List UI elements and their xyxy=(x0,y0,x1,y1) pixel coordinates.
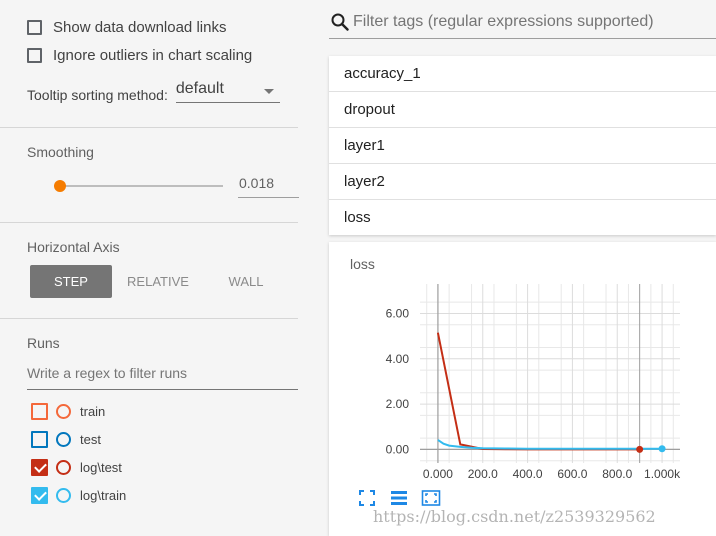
run-filter-input[interactable]: Write a regex to filter runs xyxy=(27,365,298,390)
slider-track xyxy=(57,185,223,187)
tag-item-layer1[interactable]: layer1 xyxy=(329,128,716,164)
watermark-text: https://blog.csdn.net/z2539329562 xyxy=(373,507,656,526)
run-checkbox[interactable] xyxy=(31,431,48,448)
search-placeholder: Filter tags (regular expressions support… xyxy=(353,13,654,30)
tag-search-field[interactable]: Filter tags (regular expressions support… xyxy=(329,9,716,39)
runs-title: Runs xyxy=(27,335,60,351)
dropdown-caret-icon xyxy=(263,89,274,94)
series-point xyxy=(636,445,644,453)
run-label: log\train xyxy=(80,488,127,503)
run-checkbox[interactable] xyxy=(31,403,48,420)
checkbox-box[interactable] xyxy=(27,48,42,63)
x-tick-label: 400.0 xyxy=(513,467,543,481)
axis-wall-button[interactable]: WALL xyxy=(205,265,287,298)
tooltip-sorting-label: Tooltip sorting method: xyxy=(27,87,168,103)
show-download-links-label: Show data download links xyxy=(53,19,227,36)
y-tick-label: 6.00 xyxy=(386,306,410,320)
tag-list: accuracy_1 dropout layer1 layer2 loss xyxy=(329,56,716,235)
run-color-swatch[interactable] xyxy=(56,432,71,447)
expand-chart-icon[interactable] xyxy=(421,488,441,508)
tooltip-sorting-row: Tooltip sorting method: default xyxy=(27,80,280,103)
run-checkbox[interactable] xyxy=(31,487,48,504)
run-row-log-test[interactable]: log\test xyxy=(31,459,122,476)
horizontal-axis-title: Horizontal Axis xyxy=(27,239,120,255)
run-color-swatch[interactable] xyxy=(56,460,71,475)
run-label: log\test xyxy=(80,460,122,475)
axis-relative-button[interactable]: RELATIVE xyxy=(117,265,199,298)
y-tick-label: 2.00 xyxy=(386,397,410,411)
x-tick-label: 200.0 xyxy=(468,467,498,481)
tag-item-dropout[interactable]: dropout xyxy=(329,92,716,128)
tag-item-loss[interactable]: loss xyxy=(329,200,716,235)
ignore-outliers-label: Ignore outliers in chart scaling xyxy=(53,47,253,64)
x-tick-label: 600.0 xyxy=(557,467,587,481)
chart-toolbar xyxy=(357,488,453,508)
section-divider xyxy=(0,222,298,223)
run-row-log-train[interactable]: log\train xyxy=(31,487,126,504)
y-tick-label: 0.00 xyxy=(386,442,410,456)
smoothing-title: Smoothing xyxy=(27,144,94,160)
search-icon xyxy=(331,13,349,31)
x-tick-label: 1.000k xyxy=(644,467,681,481)
run-row-test[interactable]: test xyxy=(31,431,101,448)
run-row-train[interactable]: train xyxy=(31,403,105,420)
loss-chart-card: loss 0.000 200.0 400.0 600.0 800.0 1.000k 0.00… xyxy=(329,242,716,536)
loss-chart[interactable]: 0.000 200.0 400.0 600.0 800.0 1.000k 0.00 2.00 4… xyxy=(329,242,716,487)
toggle-log-scale-icon[interactable] xyxy=(389,488,409,508)
show-download-links-checkbox[interactable]: Show data download links xyxy=(27,19,226,36)
smoothing-slider[interactable] xyxy=(51,178,223,194)
slider-knob[interactable] xyxy=(53,180,66,192)
series-point xyxy=(658,445,666,453)
smoothing-value-input[interactable]: 0.018 xyxy=(238,175,299,198)
tag-item-accuracy[interactable]: accuracy_1 xyxy=(329,56,716,92)
x-tick-label: 800.0 xyxy=(602,467,632,481)
run-label: train xyxy=(80,404,106,419)
run-label: test xyxy=(80,432,101,447)
run-color-swatch[interactable] xyxy=(56,404,71,419)
tooltip-sorting-select[interactable]: default xyxy=(175,80,280,103)
axis-step-button[interactable]: STEP xyxy=(30,265,112,298)
section-divider xyxy=(0,318,298,319)
tag-item-layer2[interactable]: layer2 xyxy=(329,164,716,200)
tooltip-sorting-value: default xyxy=(175,80,224,97)
sidebar: Show data download links Ignore outliers… xyxy=(0,0,318,536)
ignore-outliers-checkbox[interactable]: Ignore outliers in chart scaling xyxy=(27,47,252,64)
y-tick-label: 4.00 xyxy=(386,352,410,366)
checkbox-box[interactable] xyxy=(27,20,42,35)
fit-domain-icon[interactable] xyxy=(357,488,377,508)
section-divider xyxy=(0,127,298,128)
run-checkbox[interactable] xyxy=(31,459,48,476)
x-tick-label: 0.000 xyxy=(423,467,453,481)
run-color-swatch[interactable] xyxy=(56,488,71,503)
